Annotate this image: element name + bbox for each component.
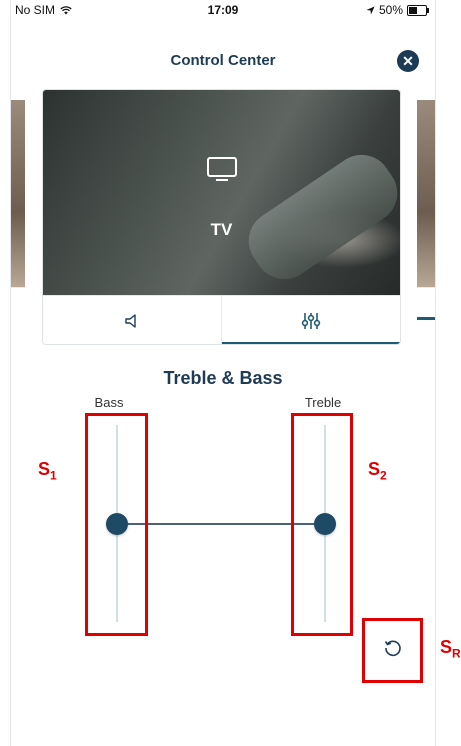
annotation-label-s2: S2 (368, 459, 387, 483)
next-device-image (417, 100, 435, 288)
tv-icon (206, 157, 237, 181)
close-icon: ✕ (402, 52, 414, 69)
status-bar: No SIM 17:09 50% (11, 0, 435, 20)
treble-label: Treble (304, 395, 342, 410)
battery-status: 50% (366, 3, 429, 17)
annotation-box-s1 (85, 413, 148, 636)
close-button[interactable]: ✕ (397, 50, 419, 72)
battery-icon (407, 4, 429, 16)
device-card: TV (42, 89, 401, 345)
battery-percent: 50% (378, 3, 403, 17)
tab-volume[interactable] (43, 296, 221, 344)
annotation-label-sr: SR (440, 637, 461, 661)
section-title: Treble & Bass (163, 368, 283, 388)
annotation-label-s1: S1 (38, 459, 57, 483)
page-title: Control Center (170, 52, 276, 69)
device-tabs (43, 295, 400, 344)
device-image (43, 90, 400, 295)
annotation-box-sr (362, 618, 423, 683)
device-name: TV (210, 220, 233, 239)
previous-device-image (11, 100, 25, 288)
speaker-icon (125, 313, 136, 328)
previous-device-card[interactable] (11, 100, 25, 330)
next-device-card[interactable] (417, 100, 435, 330)
annotation-box-s2 (291, 413, 353, 636)
location-arrow-icon (366, 5, 375, 15)
equalizer-icon (301, 312, 321, 329)
bass-label: Bass (94, 395, 124, 410)
tab-equalizer[interactable] (221, 296, 400, 344)
